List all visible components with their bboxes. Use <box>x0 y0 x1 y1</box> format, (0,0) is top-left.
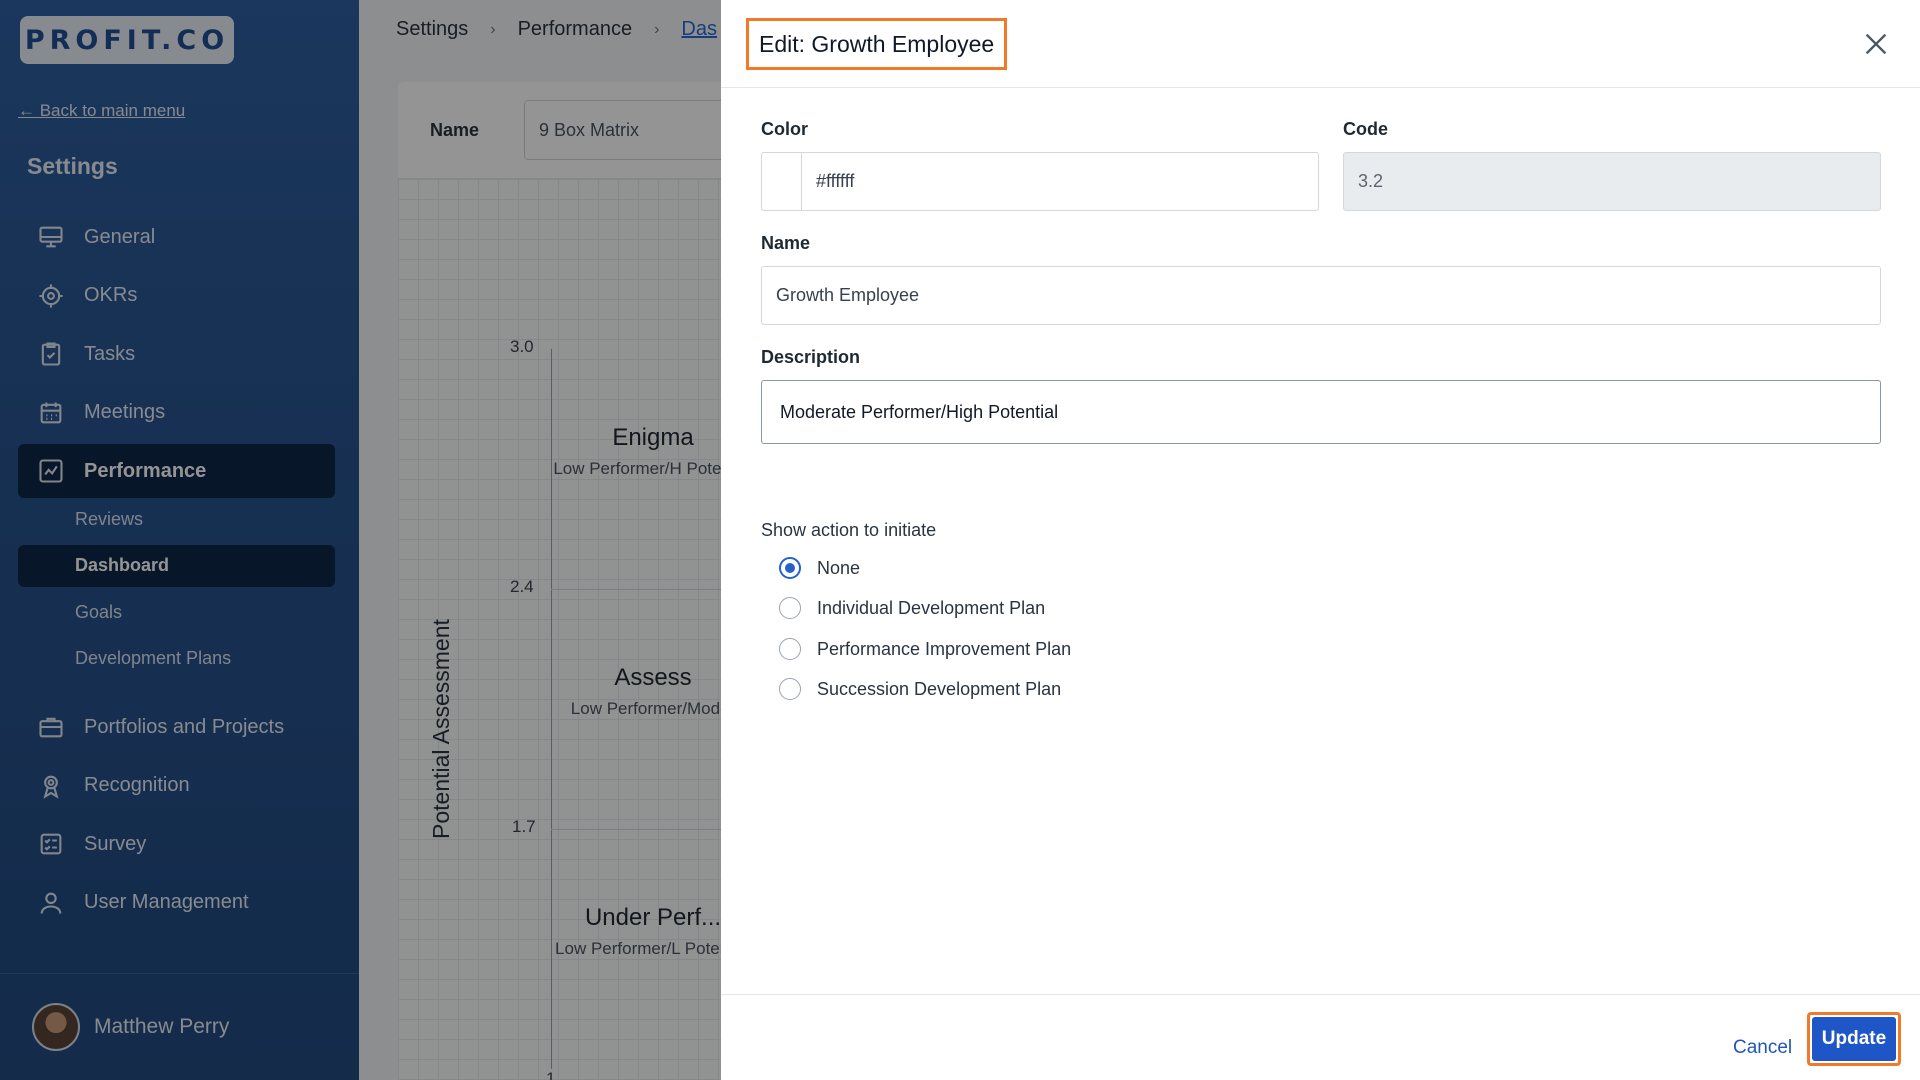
radio-checked-icon[interactable] <box>779 557 801 579</box>
update-button-label: Update <box>1812 1017 1896 1061</box>
description-label: Description <box>761 347 861 367</box>
edit-drawer: Edit: Growth Employee Color #ffffff Code… <box>721 0 1920 1080</box>
radio-label: Individual Development Plan <box>817 597 1046 618</box>
drawer-header: Edit: Growth Employee <box>721 0 1920 88</box>
update-button[interactable]: Update <box>1807 1012 1901 1066</box>
color-label: Color <box>761 119 808 139</box>
name-input[interactable]: Growth Employee <box>761 266 1881 325</box>
color-swatch[interactable] <box>761 152 801 211</box>
radio-label: None <box>817 557 861 578</box>
code-label: Code <box>1343 119 1388 139</box>
radio-unchecked-icon[interactable] <box>779 678 801 700</box>
cancel-button[interactable]: Cancel <box>1733 1037 1792 1059</box>
radio-label: Performance Improvement Plan <box>817 638 1072 659</box>
color-input[interactable]: #ffffff <box>801 152 1319 211</box>
radio-unchecked-icon[interactable] <box>779 638 801 660</box>
radio-option-performance-improvement-plan[interactable]: Performance Improvement Plan <box>779 638 1071 660</box>
action-group-label: Show action to initiate <box>761 520 937 540</box>
description-textarea[interactable]: Moderate Performer/High Potential <box>761 380 1881 444</box>
radio-unchecked-icon[interactable] <box>779 597 801 619</box>
code-input: 3.2 <box>1343 152 1881 211</box>
close-button[interactable] <box>1862 30 1890 58</box>
drawer-footer: Cancel Update <box>721 994 1920 1080</box>
close-icon <box>1865 33 1887 55</box>
radio-label: Succession Development Plan <box>817 678 1062 699</box>
name-label: Name <box>761 233 811 253</box>
radio-option-none[interactable]: None <box>779 557 860 579</box>
radio-option-individual-development-plan[interactable]: Individual Development Plan <box>779 597 1045 619</box>
radio-option-succession-development-plan[interactable]: Succession Development Plan <box>779 678 1061 700</box>
drawer-title: Edit: Growth Employee <box>746 18 1008 70</box>
